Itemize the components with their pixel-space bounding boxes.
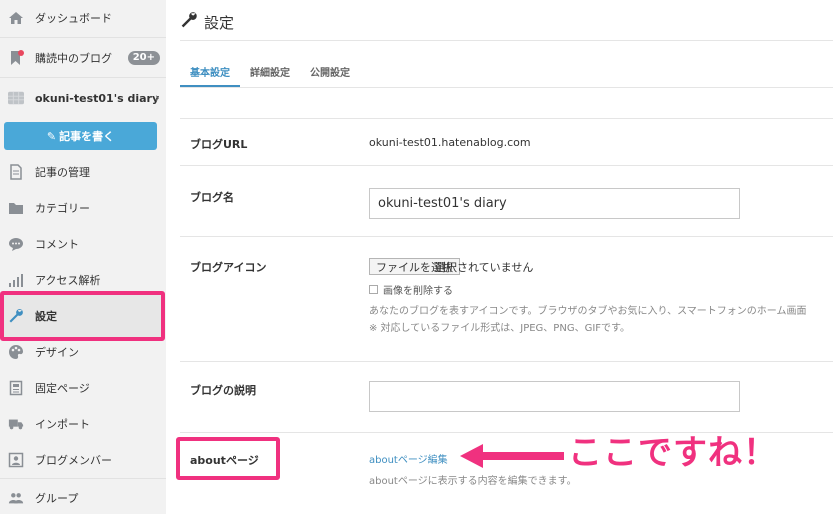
blog-name-label: ブログ名 [190, 191, 234, 204]
divider [180, 361, 833, 362]
page-title-text: 設定 [204, 13, 235, 32]
divider [0, 478, 166, 479]
write-article-button[interactable]: ✎ 記事を書く [4, 122, 157, 150]
sidebar-item-import[interactable]: インポート [0, 406, 166, 442]
bar-chart-icon [8, 272, 24, 288]
blog-url-label: ブログURL [190, 138, 248, 151]
delete-image-option: 画像を削除する [369, 282, 453, 297]
divider [180, 87, 833, 88]
sidebar-item-blog[interactable]: okuni-test01's diary › [0, 80, 166, 116]
blog-icon-format-note: ※ 対応しているファイル形式は、JPEG、PNG、GIFです。 [369, 323, 631, 334]
sidebar-item-comments[interactable]: コメント [0, 226, 166, 262]
file-status-text: 選択されていません [435, 261, 534, 274]
about-page-label: aboutページ [190, 454, 259, 467]
divider [0, 77, 166, 78]
sidebar-item-groups[interactable]: グループ [0, 480, 166, 516]
edit-icon: ✎ [46, 129, 57, 143]
subscription-count-badge: 20+ [127, 51, 160, 65]
sidebar-item-members[interactable]: ブログメンバー [0, 442, 166, 478]
delete-image-label: 画像を削除する [383, 286, 453, 297]
sidebar-item-label: アクセス解析 [35, 274, 101, 287]
sidebar-item-static-pages[interactable]: 固定ページ [0, 370, 166, 406]
sidebar-item-label: インポート [35, 418, 90, 431]
sidebar-item-subscriptions[interactable]: 購読中のブログ 20+ [0, 40, 166, 76]
about-page-edit-link[interactable]: aboutページ編集 [369, 451, 448, 466]
annotation-text: ここですね！ [568, 433, 778, 473]
sidebar-item-label: ダッシュボード [35, 12, 112, 25]
palette-icon [8, 344, 24, 360]
sidebar-item-label: 購読中のブログ [35, 52, 112, 65]
settings-tabs: 基本設定 詳細設定 公開設定 [180, 60, 360, 88]
sidebar-item-label: コメント [35, 238, 79, 251]
chevron-right-icon: › [154, 91, 160, 106]
sidebar-item-label: 設定 [35, 310, 57, 323]
document-icon [8, 164, 24, 180]
divider [180, 165, 833, 166]
sidebar-item-label: 固定ページ [35, 382, 90, 395]
write-article-label: 記事を書く [59, 130, 115, 143]
sidebar-item-label: okuni-test01's diary [35, 91, 160, 105]
sidebar: ダッシュボード 購読中のブログ 20+ okuni-test01's diary… [0, 0, 166, 514]
tab-basic-settings[interactable]: 基本設定 [180, 60, 240, 88]
sidebar-item-label: ブログメンバー [35, 454, 112, 467]
annotation-arrow-icon [460, 444, 564, 468]
blog-name-input[interactable]: okuni-test01's diary [369, 188, 740, 219]
sidebar-item-label: 記事の管理 [35, 166, 90, 179]
sidebar-item-label: グループ [35, 492, 79, 505]
group-icon [8, 490, 24, 506]
truck-icon [8, 416, 24, 432]
sidebar-item-label: カテゴリー [35, 202, 90, 215]
about-page-note: aboutページに表示する内容を編集できます。 [369, 476, 577, 487]
divider [180, 40, 833, 41]
blog-description-input[interactable] [369, 381, 740, 412]
blog-icon-label: ブログアイコン [190, 261, 267, 274]
folder-icon [8, 200, 24, 216]
tab-advanced-settings[interactable]: 詳細設定 [240, 60, 300, 88]
divider [180, 236, 833, 237]
divider [0, 37, 166, 38]
main-content: 設定 基本設定 詳細設定 公開設定 ブログURL okuni-test01.ha… [166, 0, 833, 514]
blog-description-label: ブログの説明 [190, 384, 256, 397]
wrench-icon [8, 308, 24, 324]
tab-publish-settings[interactable]: 公開設定 [300, 60, 360, 88]
wrench-icon [180, 11, 198, 33]
comment-icon [8, 236, 24, 252]
sidebar-item-articles[interactable]: 記事の管理 [0, 154, 166, 190]
sidebar-item-settings[interactable]: 設定 [0, 298, 166, 334]
delete-image-checkbox[interactable] [369, 285, 378, 294]
blog-icon-note: あなたのブログを表すアイコンです。ブラウザのタブやお気に入り、スマートフォンのホ… [369, 306, 807, 317]
sidebar-item-categories[interactable]: カテゴリー [0, 190, 166, 226]
sidebar-item-label: デザイン [35, 346, 79, 359]
sidebar-item-dashboard[interactable]: ダッシュボード [0, 0, 166, 36]
bookmark-icon [8, 50, 24, 66]
home-icon [8, 10, 24, 26]
page-title: 設定 [180, 10, 234, 34]
page-icon [8, 380, 24, 396]
sidebar-item-analytics[interactable]: アクセス解析 [0, 262, 166, 298]
sidebar-item-design[interactable]: デザイン [0, 334, 166, 370]
blog-avatar-icon [8, 90, 24, 106]
blog-url-value: okuni-test01.hatenablog.com [369, 136, 531, 149]
divider [180, 118, 833, 119]
member-icon [8, 452, 24, 468]
